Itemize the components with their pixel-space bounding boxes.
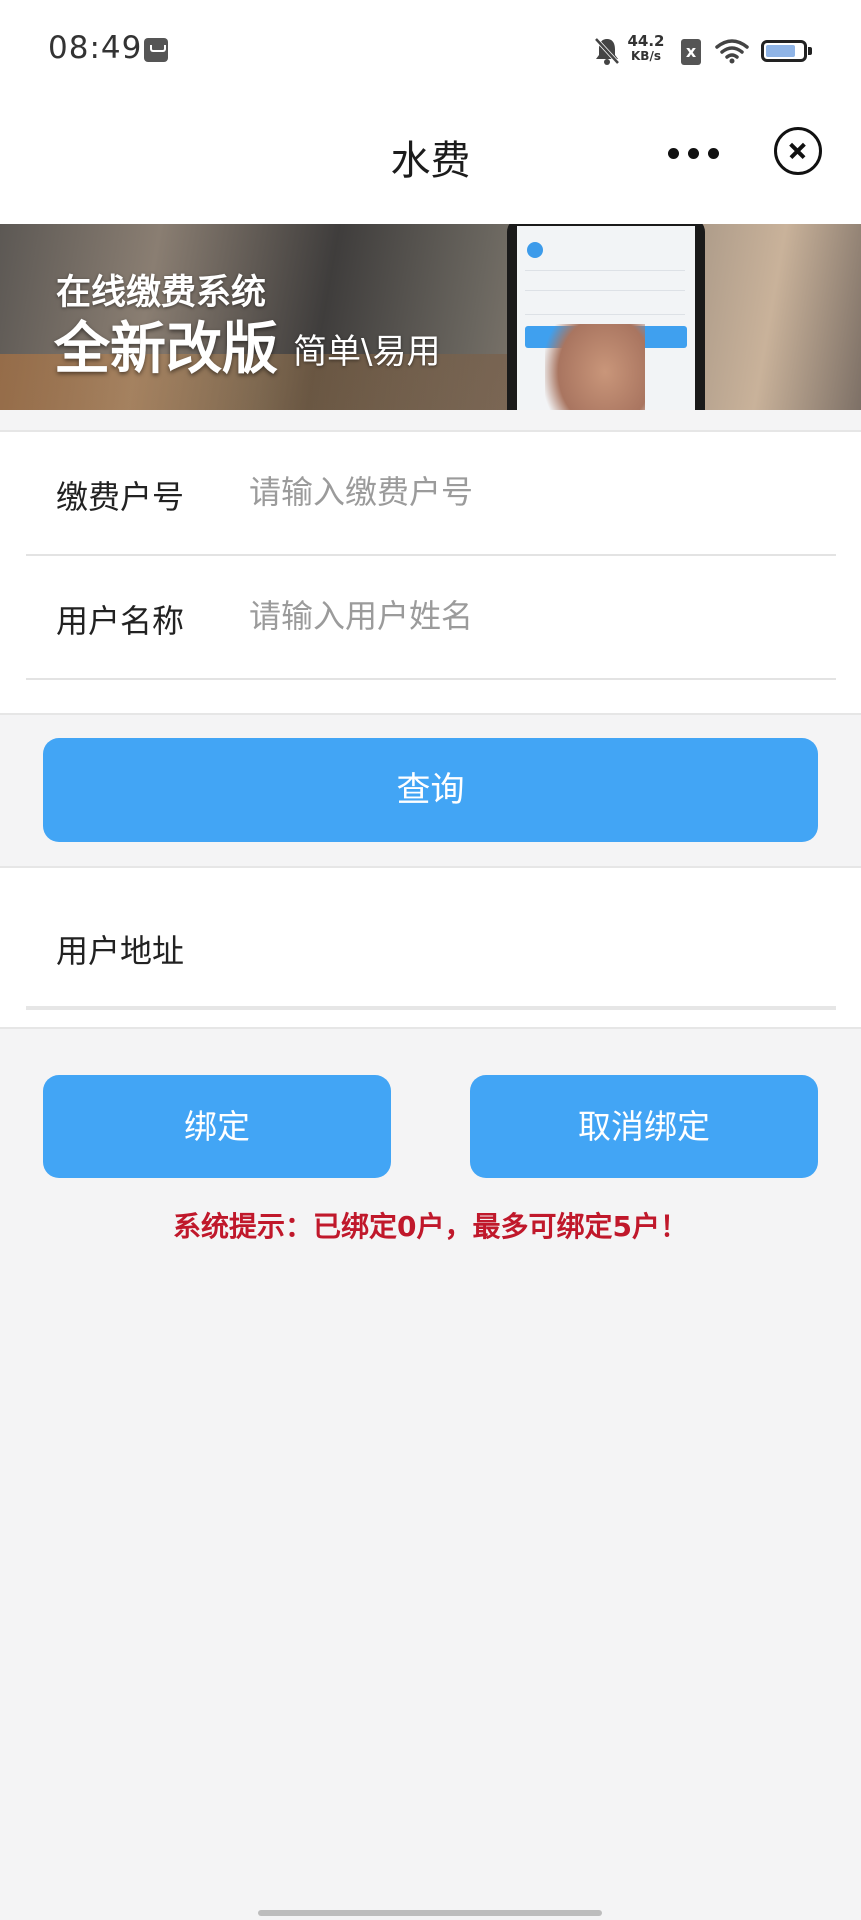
close-button[interactable] (774, 127, 822, 175)
banner-tagline: 简单\易用 (293, 332, 441, 372)
account-input[interactable] (249, 462, 809, 522)
sim-icon: x (681, 39, 701, 65)
system-tip: 系统提示：已绑定0户，最多可绑定5户！ (173, 1210, 688, 1243)
phone-divider (525, 270, 685, 271)
phone-divider (525, 314, 685, 315)
account-row: 缴费户号 (26, 432, 836, 556)
status-time: 08:49 (48, 30, 143, 66)
more-dots-icon (688, 148, 699, 159)
page-title: 水费 (390, 138, 471, 184)
name-input[interactable] (249, 586, 809, 646)
query-form: 缴费户号 用户名称 (0, 430, 861, 715)
more-button[interactable] (660, 130, 724, 176)
more-dots-icon (668, 148, 679, 159)
battery-level (766, 45, 795, 57)
banner-headline: 全新改版 (54, 317, 278, 382)
battery-icon (761, 40, 812, 62)
home-indicator[interactable] (258, 1910, 602, 1916)
query-button[interactable]: 查询 (43, 738, 818, 842)
promo-banner: 在线缴费系统 全新改版 简单\易用 (0, 224, 861, 410)
net-speed-unit: KB/s (631, 49, 661, 63)
account-label: 缴费户号 (56, 478, 185, 516)
bind-button[interactable]: 绑定 (43, 1075, 391, 1178)
address-label: 用户地址 (56, 932, 185, 970)
phone-divider (525, 290, 685, 291)
name-label: 用户名称 (56, 602, 185, 640)
more-dots-icon (708, 148, 719, 159)
status-bar: 08:49 44.2 KB/s x (0, 0, 861, 100)
address-section: 用户地址 (0, 866, 861, 1029)
water-drop-icon (527, 242, 543, 258)
nav-bar: 水费 (0, 100, 861, 224)
bell-muted-icon (594, 37, 620, 65)
net-speed: 44.2 KB/s (626, 34, 666, 64)
name-row: 用户名称 (26, 556, 836, 680)
net-speed-value: 44.2 (627, 32, 665, 50)
wifi-icon (715, 39, 749, 64)
banner-hand-image (545, 324, 645, 410)
address-row: 用户地址 (26, 868, 836, 1010)
unbind-button[interactable]: 取消绑定 (470, 1075, 818, 1178)
app-notification-icon (144, 38, 168, 62)
